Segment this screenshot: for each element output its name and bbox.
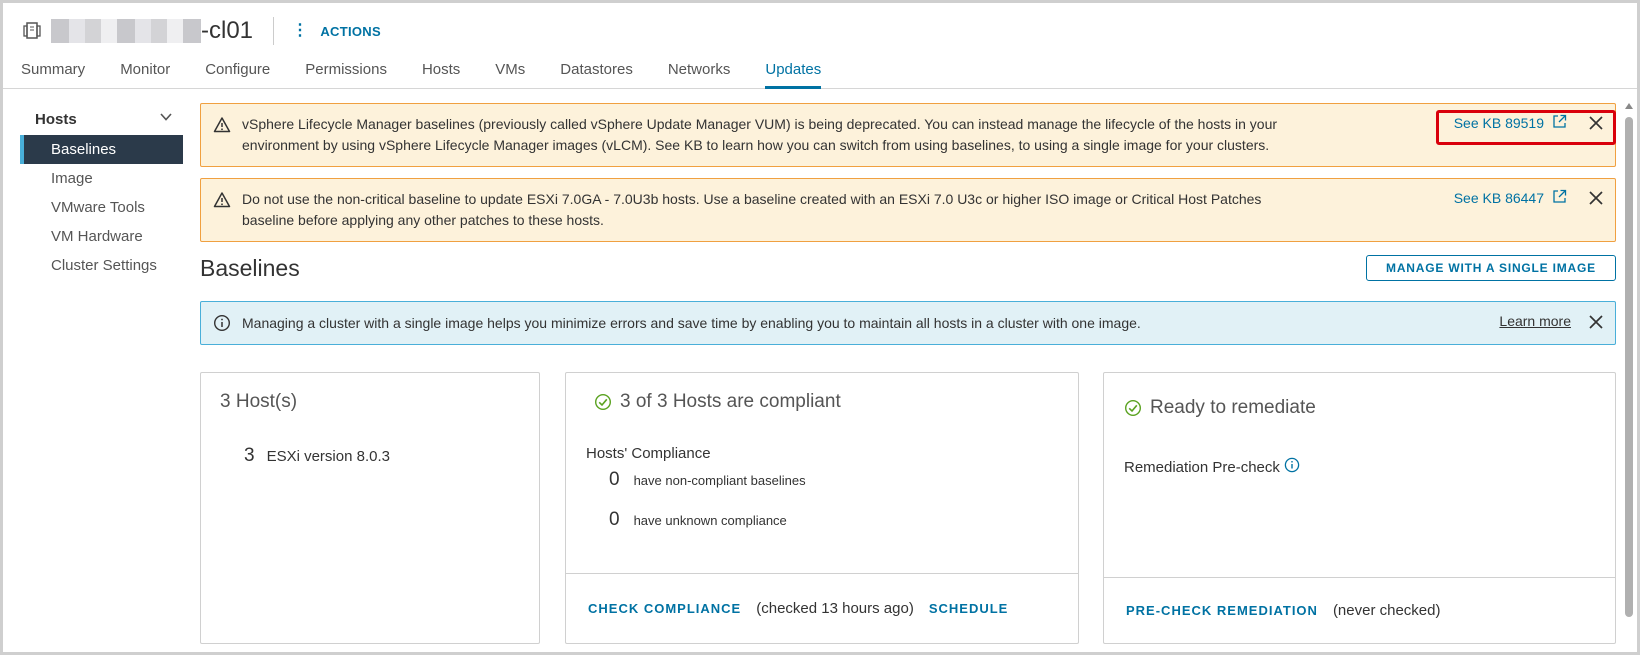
tab-networks[interactable]: Networks [668,55,731,88]
noncritical-line2: baseline before applying any other patch… [242,212,604,228]
close-icon[interactable] [1587,189,1605,207]
hosts-compliance-label: Hosts' Compliance [586,445,711,462]
nav-item-cluster-settings[interactable]: Cluster Settings [20,251,183,280]
external-link-icon [1552,189,1567,207]
tab-monitor[interactable]: Monitor [120,55,170,88]
actions-label: ACTIONS [320,23,381,39]
tab-vms[interactable]: VMs [495,55,525,88]
unknown-label: have unknown compliance [633,513,787,528]
tab-datastores[interactable]: Datastores [560,55,633,88]
kb-highlight-box [1436,110,1616,145]
unknown-count: 0 [609,509,620,530]
deprecation-text: vSphere Lifecycle Manager baselines (pre… [242,114,1277,156]
noncritical-line1: Do not use the non-critical baseline to … [242,191,1262,207]
redacted-name [51,19,201,43]
esxi-version-row: 3 ESXi version 8.0.3 [244,445,390,467]
compliance-card: 3 of 3 Hosts are compliant Hosts' Compli… [565,372,1079,644]
noncompliant-row: 0 have non-compliant baselines [609,469,806,491]
object-header: -cl01 ⋮ ACTIONS [21,13,381,49]
remediate-card-footer: PRE-CHECK REMEDIATION (never checked) [1104,577,1615,643]
schedule-button[interactable]: SCHEDULE [929,601,1009,616]
baselines-title: Baselines [200,255,300,281]
chevron-down-icon [159,110,173,128]
tab-bar: Summary Monitor Configure Permissions Ho… [3,55,1637,89]
check-circle-icon [594,393,612,411]
tab-configure[interactable]: Configure [205,55,270,88]
learn-more-link[interactable]: Learn more [1499,313,1571,329]
compliance-title-text: 3 of 3 Hosts are compliant [620,391,841,412]
remediate-card-title: Ready to remediate [1124,397,1316,419]
esxi-version-count: 3 [244,445,255,466]
nav-item-image[interactable]: Image [20,164,183,193]
compliance-card-title: 3 of 3 Hosts are compliant [594,391,841,413]
hosts-card: 3 Host(s) 3 ESXi version 8.0.3 [200,372,540,644]
nav-group-hosts[interactable]: Hosts [20,103,183,135]
actions-button[interactable]: ⋮ ACTIONS [292,23,381,39]
deprecation-alert: vSphere Lifecycle Manager baselines (pre… [200,103,1616,167]
info-icon[interactable] [1284,457,1300,477]
check-compliance-button[interactable]: CHECK COMPLIANCE [588,601,741,616]
kb-86447-label: See KB 86447 [1453,190,1544,206]
noncritical-alert: Do not use the non-critical baseline to … [200,178,1616,242]
cluster-icon [21,20,43,42]
kebab-icon: ⋮ [292,22,309,39]
nav-item-baselines[interactable]: Baselines [20,135,183,164]
noncritical-text: Do not use the non-critical baseline to … [242,189,1261,231]
vertical-scrollbar[interactable] [1624,103,1634,623]
esxi-version-label: ESXi version 8.0.3 [266,448,390,465]
tab-updates[interactable]: Updates [765,55,821,89]
left-nav: Hosts Baselines Image VMware Tools VM Ha… [20,103,183,280]
nav-item-vmware-tools[interactable]: VMware Tools [20,193,183,222]
check-circle-icon [1124,399,1142,417]
tab-hosts[interactable]: Hosts [422,55,460,88]
never-checked-text: (never checked) [1332,602,1441,619]
deprecation-line2: environment by using vSphere Lifecycle M… [242,137,1270,153]
info-icon [213,314,231,332]
precheck-row: Remediation Pre-check [1124,457,1300,477]
deprecation-line1: vSphere Lifecycle Manager baselines (pre… [242,116,1278,132]
nav-item-vm-hardware[interactable]: VM Hardware [20,222,183,251]
remediate-title-text: Ready to remediate [1150,397,1316,418]
hosts-card-title: 3 Host(s) [220,391,298,412]
checked-time-text: (checked 13 hours ago) [756,600,914,617]
noncompliant-label: have non-compliant baselines [633,473,806,488]
window-frame: -cl01 ⋮ ACTIONS Summary Monitor Configur… [0,0,1640,655]
kb-86447-link[interactable]: See KB 86447 [1454,189,1567,207]
warning-icon [213,191,231,209]
nav-group-label: Hosts [35,110,77,128]
precheck-label: Remediation Pre-check [1124,458,1280,476]
header-divider [273,17,275,45]
precheck-remediation-button[interactable]: PRE-CHECK REMEDIATION [1126,603,1318,618]
warning-icon [213,116,231,134]
single-image-info-text: Managing a cluster with a single image h… [242,315,1141,331]
close-icon[interactable] [1587,313,1605,331]
unknown-row: 0 have unknown compliance [609,509,787,531]
object-title: -cl01 [201,17,254,44]
noncompliant-count: 0 [609,469,620,490]
tab-summary[interactable]: Summary [21,55,85,88]
compliance-card-footer: CHECK COMPLIANCE (checked 13 hours ago) … [566,573,1078,643]
remediate-card: Ready to remediate Remediation Pre-check… [1103,372,1616,644]
scroll-up-arrow-icon[interactable] [1625,103,1633,109]
scroll-thumb[interactable] [1625,117,1633,617]
tab-permissions[interactable]: Permissions [305,55,387,88]
single-image-info-alert: Managing a cluster with a single image h… [200,301,1616,345]
manage-single-image-button[interactable]: MANAGE WITH A SINGLE IMAGE [1366,255,1616,281]
